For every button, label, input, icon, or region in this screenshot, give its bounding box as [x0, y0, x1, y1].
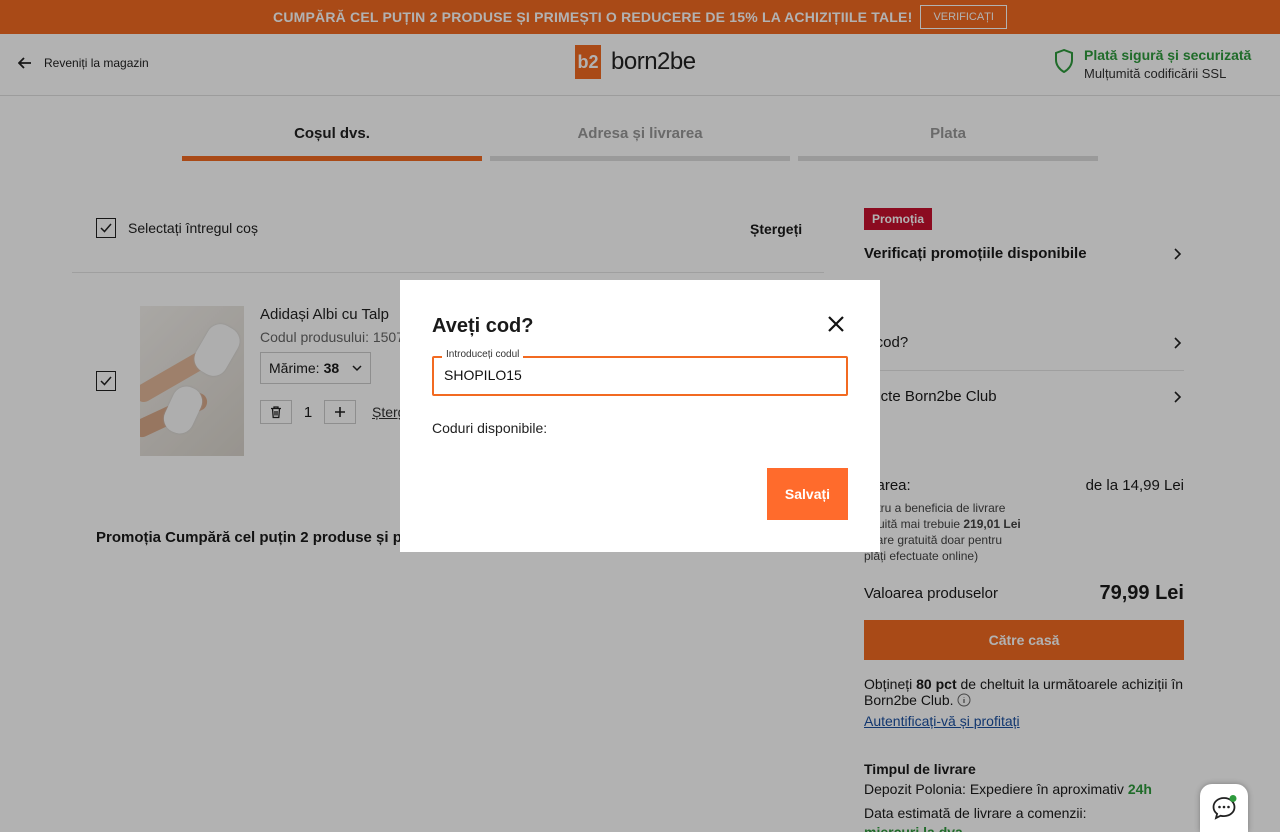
chat-icon: [1212, 795, 1237, 820]
code-modal: Aveți cod? Introduceți codul Coduri disp…: [400, 280, 880, 552]
close-icon[interactable]: [826, 314, 846, 334]
code-field[interactable]: Introduceți codul: [432, 349, 848, 396]
code-field-label: Introduceți codul: [442, 349, 524, 360]
save-button[interactable]: Salvați: [767, 468, 848, 520]
chat-button[interactable]: [1200, 784, 1248, 832]
modal-title: Aveți cod?: [432, 315, 534, 337]
code-input[interactable]: [444, 367, 834, 383]
available-codes-label: Coduri disponibile:: [432, 420, 548, 436]
